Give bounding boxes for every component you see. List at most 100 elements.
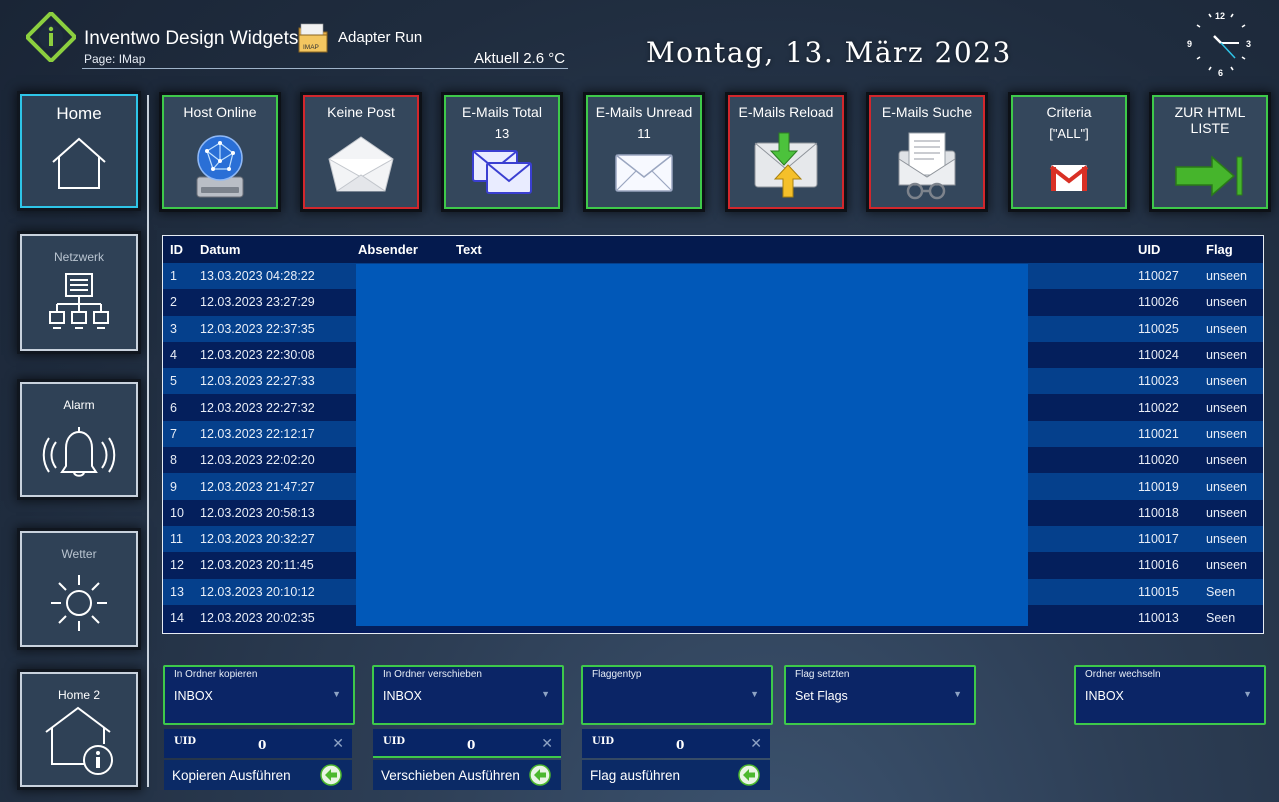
uid-input-flag-value: 0 [676, 738, 685, 752]
adapter-status-label: Adapter Run [338, 29, 423, 46]
cell-id: 6 [163, 394, 200, 421]
cell-id: 5 [163, 368, 200, 395]
select-change-folder[interactable]: Ordner wechseln INBOX ▼ [1074, 665, 1266, 725]
tile-emails-unread-value: 11 [637, 126, 651, 141]
move-execute-label: Verschieben Ausführen [381, 768, 520, 783]
nav-wetter[interactable]: Wetter [20, 531, 138, 647]
tile-emails-reload[interactable]: E-Mails Reload [728, 95, 844, 209]
cell-id: 10 [163, 499, 200, 526]
col-flag[interactable]: Flag [1206, 236, 1263, 263]
cell-uid: 110021 [1138, 420, 1206, 448]
col-absender[interactable]: Absender [358, 236, 456, 263]
envelope-icon [615, 154, 673, 192]
tile-emails-reload-title: E-Mails Reload [738, 104, 834, 120]
cell-uid: 110023 [1138, 368, 1206, 395]
tile-host-online-title: Host Online [183, 104, 257, 120]
select-move-folder[interactable]: In Ordner verschieben INBOX ▼ [372, 665, 564, 725]
clear-icon[interactable]: ✕ [332, 735, 344, 752]
copy-execute-button[interactable]: Kopieren Ausführen [164, 760, 352, 790]
select-move-folder-value: INBOX [383, 689, 422, 703]
cell-uid: 110016 [1138, 552, 1206, 579]
chevron-down-icon[interactable]: ▼ [1243, 689, 1252, 699]
cell-id: 8 [163, 447, 200, 474]
server-globe-icon [196, 135, 244, 198]
cell-id: 7 [163, 420, 200, 448]
clear-icon[interactable]: ✕ [541, 735, 553, 752]
tile-criteria[interactable]: Criteria ["ALL"] [1011, 95, 1127, 209]
col-text[interactable]: Text [456, 236, 1138, 263]
cell-datum: 12.03.2023 20:02:35 [200, 604, 358, 632]
chevron-down-icon[interactable]: ▼ [953, 689, 962, 699]
bell-icon [42, 427, 116, 477]
tile-emails-total[interactable]: E-Mails Total 13 [444, 95, 560, 209]
chevron-down-icon[interactable]: ▼ [541, 689, 550, 699]
imap-adapter-icon: IMAP [298, 23, 328, 53]
select-flag-type[interactable]: Flaggentyp ▼ [581, 665, 773, 725]
uid-input-move[interactable]: UID 0 ✕ [373, 729, 561, 758]
cell-uid: 110026 [1138, 289, 1206, 316]
flag-execute-label: Flag ausführen [590, 768, 681, 783]
uid-input-copy[interactable]: UID 0 ✕ [164, 729, 352, 758]
cell-datum: 13.03.2023 04:28:22 [200, 263, 358, 290]
uid-input-flag-label: UID [592, 736, 615, 747]
nav-home-2-label: Home 2 [57, 688, 101, 702]
nav-wetter-label: Wetter [61, 547, 97, 561]
svg-text:3: 3 [1246, 39, 1251, 49]
nav-netzwerk[interactable]: Netzwerk [20, 234, 138, 351]
nav-divider [147, 95, 149, 787]
cell-uid: 110020 [1138, 447, 1206, 474]
cell-datum: 12.03.2023 20:58:13 [200, 499, 358, 526]
nav-netzwerk-label: Netzwerk [53, 250, 104, 264]
clear-icon[interactable]: ✕ [750, 735, 762, 752]
cell-datum: 12.03.2023 22:27:33 [200, 368, 358, 395]
arrow-left-circle-icon [320, 764, 342, 786]
cell-flag: unseen [1206, 368, 1263, 395]
uid-input-move-label: UID [383, 736, 406, 747]
nav-alarm-label: Alarm [63, 398, 95, 412]
tile-emails-total-title: E-Mails Total [462, 104, 542, 120]
cell-uid: 110018 [1138, 499, 1206, 526]
select-flag-type-label: Flaggentyp [592, 669, 642, 680]
cell-id: 9 [163, 473, 200, 500]
house-icon [52, 137, 106, 189]
select-copy-folder[interactable]: In Ordner kopieren INBOX ▼ [163, 665, 355, 725]
cell-uid: 110022 [1138, 394, 1206, 421]
select-move-folder-label: In Ordner verschieben [383, 669, 482, 680]
tile-keine-post[interactable]: Keine Post [303, 95, 419, 209]
chevron-down-icon[interactable]: ▼ [750, 689, 759, 699]
nav-home-2[interactable]: Home 2 [20, 672, 138, 787]
cell-uid: 110013 [1138, 604, 1206, 632]
cell-id: 14 [163, 604, 200, 632]
cell-flag: unseen [1206, 525, 1263, 553]
nav-home[interactable]: Home [20, 94, 138, 208]
tile-keine-post-title: Keine Post [327, 104, 395, 120]
tile-host-online[interactable]: Host Online [162, 95, 278, 209]
select-change-folder-value: INBOX [1085, 689, 1124, 703]
tile-criteria-value: ["ALL"] [1049, 126, 1089, 141]
gmail-icon [1049, 165, 1089, 191]
temperature-readout: Aktuell 2.6 °C [474, 50, 566, 67]
cell-uid: 110015 [1138, 578, 1206, 605]
select-set-flag-label: Flag setzten [795, 669, 850, 680]
col-id[interactable]: ID [163, 236, 200, 263]
tile-emails-suche[interactable]: E-Mails Suche [869, 95, 985, 209]
nav-home-label: Home [56, 104, 102, 123]
cell-id: 4 [163, 341, 200, 369]
col-uid[interactable]: UID [1138, 236, 1206, 263]
flag-execute-button[interactable]: Flag ausführen [582, 760, 770, 790]
network-icon [49, 273, 109, 329]
cell-id: 2 [163, 289, 200, 316]
tile-zur-html-liste[interactable]: ZUR HTML LISTE [1152, 95, 1268, 209]
select-set-flag[interactable]: Flag setzten Set Flags ▼ [784, 665, 976, 725]
tile-emails-unread[interactable]: E-Mails Unread 11 [586, 95, 702, 209]
chevron-down-icon[interactable]: ▼ [332, 689, 341, 699]
cell-flag: unseen [1206, 499, 1263, 526]
cell-id: 13 [163, 578, 200, 605]
tile-criteria-title: Criteria [1046, 104, 1092, 120]
uid-input-flag[interactable]: UID 0 ✕ [582, 729, 770, 758]
move-execute-button[interactable]: Verschieben Ausführen [373, 760, 561, 790]
app-title: Inventwo Design Widgets [84, 28, 299, 49]
sun-icon [51, 575, 107, 631]
nav-alarm[interactable]: Alarm [20, 382, 138, 497]
col-datum[interactable]: Datum [200, 236, 358, 263]
